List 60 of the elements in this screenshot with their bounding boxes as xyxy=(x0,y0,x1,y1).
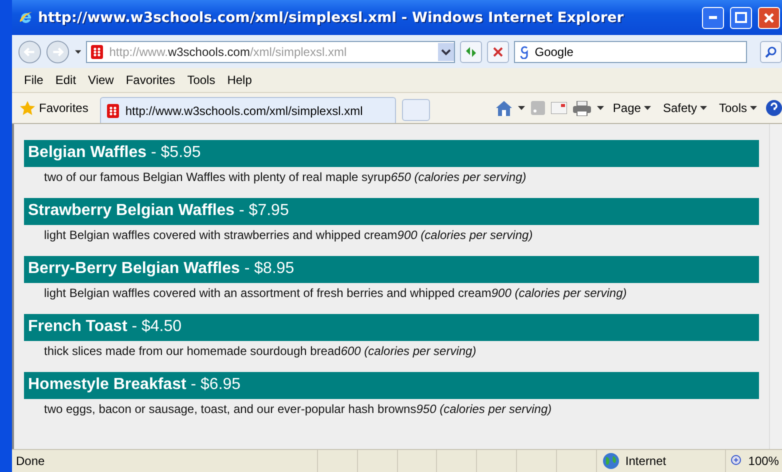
address-field[interactable]: http://www.w3schools.com/xml/simplexsl.xml xyxy=(86,40,456,62)
star-icon xyxy=(20,100,35,116)
caret-icon xyxy=(700,106,707,110)
minimize-button[interactable] xyxy=(702,6,724,28)
menu-item[interactable]: Tools xyxy=(187,73,224,87)
command-menu[interactable]: Tools xyxy=(716,101,760,115)
search-field[interactable]: Google xyxy=(514,40,748,62)
zoom-level[interactable]: 100% xyxy=(745,454,782,468)
close-icon xyxy=(764,12,774,22)
menu-item-heading: French Toast - $4.50 xyxy=(24,314,759,341)
url-text: http://www.w3schools.com/xml/simplexsl.xml xyxy=(109,44,348,58)
browser-tab[interactable]: http://www.w3schools.com/xml/simplexsl.xml xyxy=(100,97,396,123)
window-title: http://www.w3schools.com/xml/simplexsl.xml - Windows Internet Explorer xyxy=(38,10,625,26)
minimize-icon xyxy=(709,16,717,19)
menu-item[interactable]: Help xyxy=(227,73,260,87)
stop-icon xyxy=(492,46,503,56)
maximize-button[interactable] xyxy=(730,6,752,28)
page-icon xyxy=(91,44,104,58)
menu-item-description: two of our famous Belgian Waffles with plenty of real maple syrup650 (calories per serving) xyxy=(44,170,528,184)
command-menu[interactable]: Safety xyxy=(660,101,710,115)
menu-item-heading: Homestyle Breakfast - $6.95 xyxy=(24,372,759,399)
refresh-button[interactable] xyxy=(460,40,482,62)
menu-item[interactable]: File xyxy=(24,73,52,87)
search-engine-icon xyxy=(518,44,529,58)
menu-item-heading: Strawberry Belgian Waffles - $7.95 xyxy=(24,198,759,225)
caret-icon xyxy=(644,106,651,110)
menu-item-heading: Berry-Berry Belgian Waffles - $8.95 xyxy=(24,256,759,283)
forward-button[interactable] xyxy=(46,38,70,64)
menu-item-description: two eggs, bacon or sausage, toast, and our ever-popular hash browns950 (calories per serving) xyxy=(44,402,553,416)
search-icon xyxy=(765,46,778,58)
globe-icon xyxy=(603,453,620,469)
menu-item[interactable]: Edit xyxy=(55,73,84,87)
search-button[interactable] xyxy=(760,40,782,62)
back-button[interactable] xyxy=(18,38,42,64)
maximize-icon xyxy=(735,12,747,23)
help-icon[interactable] xyxy=(766,100,782,116)
printer-icon[interactable] xyxy=(572,100,591,116)
caret-icon xyxy=(518,106,525,110)
refresh-icon xyxy=(464,46,478,58)
command-menu[interactable]: Page xyxy=(610,101,654,115)
close-button[interactable] xyxy=(758,6,780,28)
caret-icon xyxy=(750,106,757,110)
menu-item[interactable]: Favorites xyxy=(126,73,184,87)
menu-item-description: thick slices made from our homemade sourdough bread600 (calories per serving) xyxy=(44,344,478,358)
home-icon[interactable] xyxy=(496,100,512,116)
status-text: Done xyxy=(15,454,46,468)
menu-item-description: light Belgian waffles covered with strawberries and whipped cream900 (calories per serving) xyxy=(44,228,534,242)
menu-item[interactable]: View xyxy=(88,73,122,87)
menu-item-heading: Belgian Waffles - $5.95 xyxy=(24,140,759,167)
zone-text: Internet xyxy=(625,454,666,468)
menu-item-description: light Belgian waffles covered with an assortment of fresh berries and whipped cream900 (calories per serving) xyxy=(44,286,628,300)
dropdown-icon[interactable] xyxy=(438,42,454,60)
caret-icon xyxy=(74,50,82,54)
page-icon xyxy=(107,104,120,118)
mail-icon[interactable] xyxy=(550,102,567,114)
favorites-button[interactable]: Favorites xyxy=(20,100,94,116)
stop-button[interactable] xyxy=(486,40,509,62)
caret-icon xyxy=(596,106,604,110)
browser-logo-icon xyxy=(18,10,34,26)
zoom-icon xyxy=(730,455,742,467)
